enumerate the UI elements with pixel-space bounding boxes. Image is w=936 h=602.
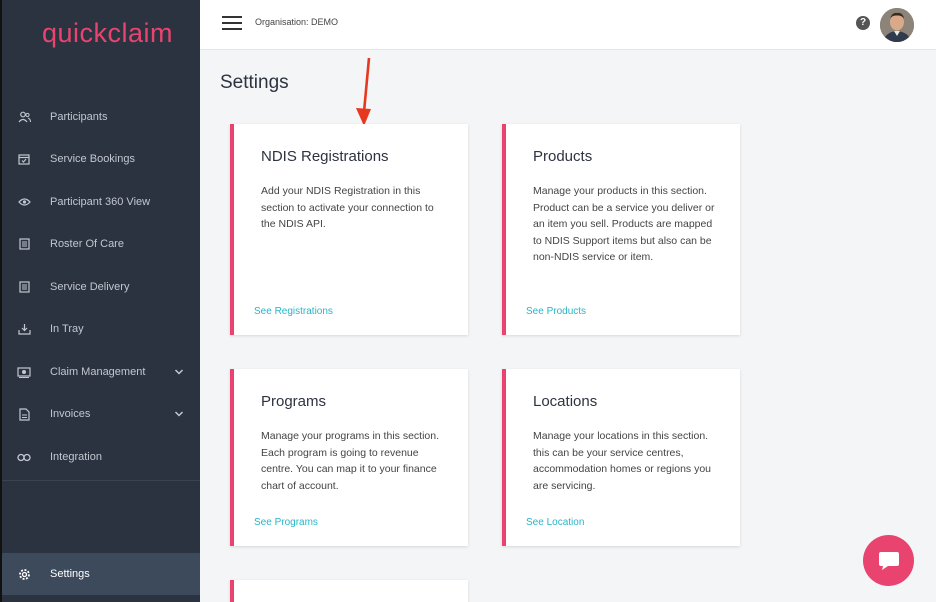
avatar[interactable] [880,8,914,42]
sidebar-item-in-tray[interactable]: In Tray [2,308,200,350]
sidebar-item-roster-of-care[interactable]: Roster Of Care [2,223,200,265]
sidebar-item-service-bookings[interactable]: Service Bookings [2,138,200,180]
sidebar-item-invoices[interactable]: Invoices [2,393,200,435]
users-icon [17,110,31,124]
card-description: Manage your programs in this section. Ea… [261,430,440,492]
help-icon[interactable]: ? [856,16,870,30]
sidebar-item-settings[interactable]: Settings [2,553,200,595]
sidebar-item-claim-management[interactable]: Claim Management [2,351,200,393]
list-icon [17,237,31,251]
sidebar-item-integration[interactable]: Integration [2,436,200,478]
sidebar-item-service-delivery[interactable]: Service Delivery [2,266,200,308]
sidebar-item-label: In Tray [50,323,84,335]
sidebar-item-label: Service Bookings [50,153,135,165]
sidebar-divider [2,480,200,481]
card-description: Add your NDIS Registration in this secti… [261,185,434,230]
hamburger-menu-icon[interactable] [222,16,242,32]
eye-icon [17,195,31,209]
red-arrow-annotation [356,57,371,126]
settings-card-locations: Locations Manage your locations in this … [502,369,740,546]
chevron-down-icon[interactable] [173,366,185,378]
chat-button[interactable] [863,535,914,586]
logo: quickclaim [42,18,174,48]
see-products-link[interactable]: See Products [526,306,586,317]
see-programs-link[interactable]: See Programs [254,517,318,528]
card-title: NDIS Registrations [261,148,389,165]
sidebar-item-label: Integration [50,451,102,463]
settings-card-products: Products Manage your products in this se… [502,124,740,335]
calendar-check-icon [17,152,31,166]
top-bar: Organisation: DEMO ? [200,0,936,50]
see-location-link[interactable]: See Location [526,517,584,528]
organisation-label: Organisation: DEMO [255,17,339,27]
money-icon [17,365,31,379]
sidebar-item-label: Roster Of Care [50,238,124,250]
card-title: Programs [261,393,327,410]
see-registrations-link[interactable]: See Registrations [254,306,333,317]
sidebar-item-participants[interactable]: Participants [2,96,200,138]
sidebar-item-label: Claim Management [50,366,146,378]
sidebar-item-label: Invoices [50,408,91,420]
sidebar-item-participant-360-view[interactable]: Participant 360 View [2,181,200,223]
sidebar-item-label: Participant 360 View [50,196,151,208]
card-title: Products [533,148,593,165]
settings-card-ndis-registrations: NDIS Registrations Add your NDIS Registr… [230,124,468,335]
list-icon [17,280,31,294]
chevron-down-icon[interactable] [173,408,185,420]
card-description: Manage your locations in this section. t… [533,430,712,492]
settings-card-partial [230,580,468,602]
gear-icon [17,567,31,581]
card-description: Manage your products in this section. Pr… [533,185,715,263]
sidebar-item-label: Settings [50,568,90,580]
sidebar: quickclaim Participants Service Bookings… [0,0,200,602]
link-icon [17,450,31,464]
card-title: Locations [533,393,598,410]
settings-card-programs: Programs Manage your programs in this se… [230,369,468,546]
sidebar-item-label: Service Delivery [50,281,130,293]
sidebar-item-label: Participants [50,111,108,123]
page-title: Settings [220,72,289,93]
download-icon [17,322,31,336]
file-icon [17,407,31,421]
chat-icon [878,551,899,570]
